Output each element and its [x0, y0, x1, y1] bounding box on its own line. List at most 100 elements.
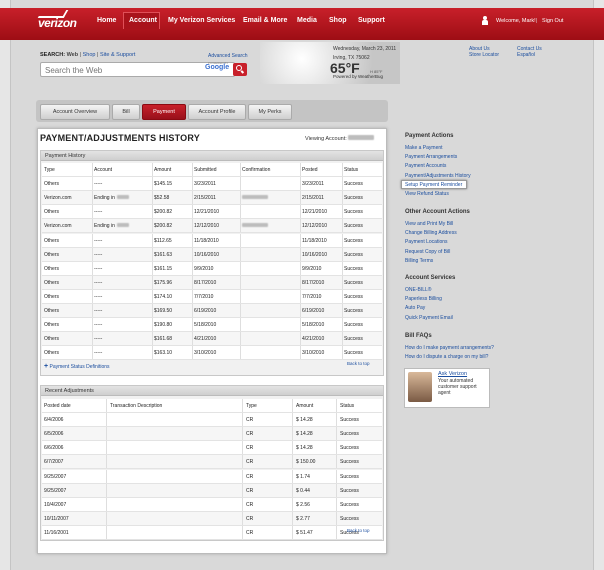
- payment-cell: Others: [44, 308, 60, 314]
- tab-account-overview[interactable]: Account Overview: [40, 104, 110, 120]
- column-separator: [342, 177, 343, 191]
- payment-cell: Others: [44, 237, 60, 244]
- column-separator: [240, 205, 241, 219]
- sidebar-link[interactable]: Auto Pay: [405, 305, 425, 311]
- advanced-search-link[interactable]: Advanced Search: [208, 53, 247, 59]
- search-button[interactable]: [233, 63, 247, 76]
- sidebar-link[interactable]: ONE-BILL®: [405, 287, 431, 293]
- column-separator: [342, 332, 343, 346]
- tab-account-profile[interactable]: Account Profile: [188, 104, 246, 120]
- column-separator: [192, 261, 193, 275]
- sidebar-link[interactable]: Change Billing Address: [405, 230, 457, 236]
- adjustment-cell: CR: [246, 445, 254, 452]
- plus-icon: +: [44, 363, 49, 370]
- nav-email-more[interactable]: Email & More: [243, 17, 287, 24]
- payment-status-definitions[interactable]: + Payment Status Definitions: [44, 363, 110, 370]
- sidebar-link[interactable]: Request Copy of Bill: [405, 249, 450, 255]
- column-separator: [342, 304, 343, 317]
- payment-row: Others ----- $200.82 12/21/2010 12/21/2010 Su…: [42, 205, 382, 220]
- payment-cell: 7/7/2010: [194, 293, 214, 300]
- sidebar-link[interactable]: Payment/Adjustments History: [405, 173, 471, 179]
- column-separator: [240, 219, 241, 233]
- top-links-col1: About Us Store Locator: [469, 46, 499, 58]
- payment-cell: $169.50: [154, 308, 173, 314]
- sign-out-link[interactable]: Sign Out: [542, 18, 563, 24]
- payment-cell: 11/18/2010: [302, 237, 327, 244]
- sidebar-link[interactable]: Billing Terms: [405, 258, 433, 264]
- column-separator: [240, 177, 241, 191]
- nav-support[interactable]: Support: [358, 17, 385, 24]
- column-separator: [342, 233, 343, 247]
- payment-cell: -----: [94, 237, 103, 244]
- payment-cell: 8/17/2010: [302, 279, 325, 286]
- search-scope-shop[interactable]: Shop: [83, 52, 96, 58]
- nav-shop[interactable]: Shop: [329, 17, 347, 24]
- back-to-top-link-2[interactable]: Back to top: [347, 528, 370, 533]
- store-locator-link[interactable]: Store Locator: [469, 52, 499, 58]
- payment-cell: $200.82: [154, 209, 173, 216]
- sidebar-link[interactable]: View Refund Status: [405, 191, 449, 197]
- column-separator: [292, 511, 293, 525]
- column-separator: [92, 304, 93, 317]
- payment-cell: 7/7/2010: [302, 293, 322, 300]
- sidebar-link[interactable]: Payment Locations: [405, 239, 448, 245]
- column-header-5: Posted: [302, 167, 318, 173]
- weather-powered-by: Powered by WeatherBug: [333, 74, 383, 79]
- column-separator: [342, 163, 343, 176]
- column-separator: [300, 261, 301, 275]
- column-separator: [106, 469, 107, 483]
- nav-account[interactable]: Account: [129, 17, 157, 24]
- search-input[interactable]: [45, 64, 195, 76]
- column-separator: [342, 275, 343, 289]
- payment-cell: 5/18/2010: [302, 322, 325, 329]
- sidebar-link[interactable]: Payment Arrangements: [405, 154, 457, 160]
- payment-cell: [242, 223, 268, 229]
- nav-my-verizon-services[interactable]: My Verizon Services: [168, 17, 235, 24]
- search-scope: SEARCH: Web | Shop | Site & Support: [40, 52, 136, 58]
- payment-history-title: Payment History: [45, 153, 86, 159]
- column-separator: [192, 219, 193, 233]
- sidebar-link[interactable]: Setup Payment Reminder: [405, 182, 462, 188]
- column-separator: [336, 483, 337, 497]
- sidebar-link[interactable]: Quick Payment Email: [405, 315, 453, 321]
- search-scope-site[interactable]: Site & Support: [100, 52, 135, 58]
- viewing-account: Viewing Account:: [305, 135, 375, 142]
- column-header-0: Type: [44, 167, 55, 173]
- sidebar-link[interactable]: How do I dispute a charge on my bill?: [405, 354, 488, 360]
- adjustment-cell: $ 14.28: [296, 445, 313, 452]
- sidebar-link[interactable]: How do I make payment arrangements?: [405, 345, 494, 351]
- sidebar-link[interactable]: View and Print My Bill: [405, 221, 453, 227]
- payment-cell: 6/19/2010: [302, 308, 325, 314]
- adjustment-row: 9/25/2007 CR $ 0.44 Success: [42, 483, 382, 498]
- sidebar-link[interactable]: Payment Accounts: [405, 163, 446, 169]
- sidebar-link[interactable]: Paperless Billing: [405, 296, 442, 302]
- payment-cell: $145.15: [154, 181, 173, 188]
- search-scope-web[interactable]: Web: [67, 52, 79, 58]
- nav-home[interactable]: Home: [97, 17, 116, 24]
- column-separator: [242, 525, 243, 539]
- adjustment-cell: Success: [340, 487, 359, 494]
- back-to-top-link-1[interactable]: Back to top: [347, 361, 370, 366]
- column-separator: [300, 346, 301, 360]
- payment-cell: 8/17/2010: [194, 279, 217, 286]
- payment-cell: Others: [44, 293, 60, 300]
- column-separator: [192, 233, 193, 247]
- payment-cell: Success: [344, 279, 363, 286]
- verizon-logo[interactable]: verizon: [38, 16, 77, 30]
- payment-row: Verizon.com Ending in $52.58 2/15/2011 2/15/…: [42, 191, 382, 206]
- payment-cell: -----: [94, 209, 103, 216]
- column-separator: [192, 177, 193, 191]
- sidebar-heading: Bill FAQs: [405, 333, 432, 339]
- espanol-link[interactable]: Español: [517, 52, 542, 58]
- payment-cell: $174.10: [154, 293, 173, 300]
- tab-bill[interactable]: Bill: [112, 104, 140, 120]
- ask-verizon-link[interactable]: Ask Verizon: [438, 371, 467, 377]
- nav-media[interactable]: Media: [297, 17, 317, 24]
- payment-cell: Others: [44, 251, 60, 258]
- sidebar-link[interactable]: Make a Payment: [405, 145, 443, 151]
- payment-cell: $52.58: [154, 195, 170, 202]
- google-logo: Google: [205, 64, 230, 71]
- tab-payment[interactable]: Payment: [142, 104, 186, 120]
- adj-column-header-3: Amount: [296, 403, 314, 409]
- tab-my-perks[interactable]: My Perks: [248, 104, 292, 120]
